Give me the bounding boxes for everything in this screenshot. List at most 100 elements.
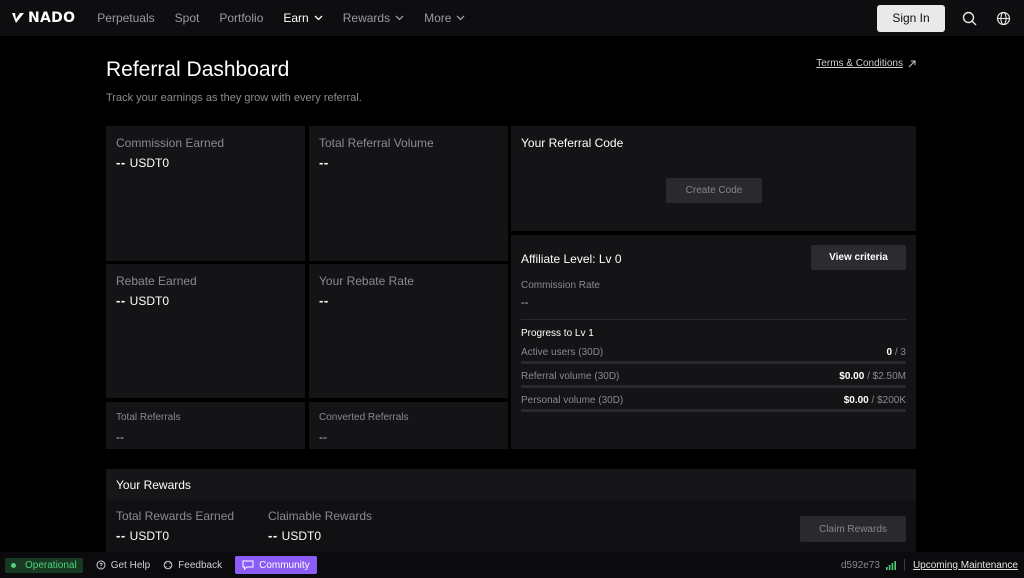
footer-right: d592e73 Upcoming Maintenance: [841, 552, 1018, 578]
unit-label: USDT0: [129, 529, 170, 543]
affiliate-level-title: Affiliate Level: Lv 0: [521, 252, 622, 266]
rewards-header: Your Rewards: [106, 469, 916, 500]
chat-icon: [242, 560, 254, 570]
version-hash: d592e73: [841, 559, 880, 571]
value-dash: --: [319, 155, 329, 170]
progress-value: 0 / 3: [887, 347, 906, 358]
rebate-rate-card: Your Rebate Rate --: [309, 264, 508, 398]
stat-value: -- USDT0: [116, 293, 169, 308]
page-subtitle: Track your earnings as they grow with ev…: [106, 92, 362, 104]
value-dash: --: [319, 293, 329, 308]
commission-rate-label: Commission Rate: [521, 280, 600, 291]
status-dot-icon: [11, 562, 16, 568]
progress-current: $0.00: [843, 395, 869, 406]
progress-row-referral-volume: Referral volume (30D) $0.00 / $2.50M: [521, 371, 906, 382]
sign-in-button[interactable]: Sign In: [877, 4, 945, 32]
divider: [521, 319, 906, 320]
signal-icon: [885, 560, 896, 570]
value-dash: --: [116, 293, 126, 308]
progress-target: / $2.50M: [864, 371, 906, 382]
stat-value: --: [319, 155, 333, 170]
value-dash: --: [116, 528, 126, 543]
terms-link[interactable]: Terms & Conditions: [816, 58, 916, 69]
logo-text: NADO: [28, 10, 76, 26]
nav-item-perpetuals[interactable]: Perpetuals: [97, 11, 154, 25]
stat-label: Rebate Earned: [116, 274, 197, 288]
feedback-button[interactable]: Feedback: [163, 560, 222, 571]
referral-code-title: Your Referral Code: [521, 136, 624, 150]
get-help-label: Get Help: [110, 559, 151, 571]
stat-label: Converted Referrals: [319, 412, 409, 423]
total-rewards-value: -- USDT0: [116, 528, 169, 543]
claimable-rewards-value: -- USDT0: [268, 528, 321, 543]
stat-value: --: [116, 430, 124, 444]
rewards-title: Your Rewards: [116, 478, 191, 492]
converted-referrals-card: Converted Referrals --: [309, 402, 508, 449]
progress-row-personal-volume: Personal volume (30D) $0.00 / $200K: [521, 395, 906, 406]
progress-value: $0.00 / $200K: [844, 395, 906, 406]
community-button[interactable]: Community: [235, 556, 317, 574]
page-title: Referral Dashboard: [106, 58, 290, 81]
progress-target: / $200K: [868, 395, 907, 406]
progress-label: Personal volume (30D): [521, 395, 624, 406]
nav-item-earn[interactable]: Earn: [283, 11, 323, 25]
commission-rate-value: --: [521, 297, 529, 309]
claimable-rewards-label: Claimable Rewards: [268, 509, 373, 523]
progress-bar: [521, 409, 906, 412]
view-criteria-button[interactable]: View criteria: [811, 245, 906, 270]
progress-row-active-users: Active users (30D) 0 / 3: [521, 347, 906, 358]
stat-value: -- USDT0: [116, 155, 169, 170]
status-label: Operational: [25, 559, 77, 571]
referral-code-card: Your Referral Code Create Code: [511, 126, 916, 231]
help-icon: [96, 560, 106, 570]
nav-right: Sign In: [877, 0, 1024, 36]
status-badge: Operational: [5, 557, 83, 573]
get-help-button[interactable]: Get Help: [96, 560, 150, 571]
unit-label: USDT0: [129, 294, 170, 308]
feedback-label: Feedback: [178, 559, 223, 571]
progress-label: Active users (30D): [521, 347, 604, 358]
stat-label: Total Referral Volume: [319, 136, 434, 150]
nav-label: Spot: [174, 11, 200, 25]
nav-item-rewards[interactable]: Rewards: [343, 11, 404, 25]
logo[interactable]: NADO: [11, 10, 75, 26]
external-link-icon: [908, 60, 916, 67]
commission-earned-card: Commission Earned -- USDT0: [106, 126, 305, 261]
stat-value: --: [319, 293, 333, 308]
stat-value: --: [319, 430, 327, 444]
nav-item-more[interactable]: More: [424, 11, 465, 25]
claim-rewards-button[interactable]: Claim Rewards: [800, 516, 906, 542]
chevron-down-icon: [456, 15, 465, 21]
terms-label: Terms & Conditions: [816, 58, 903, 69]
progress-bar: [521, 361, 906, 364]
nav-item-portfolio[interactable]: Portfolio: [219, 11, 263, 25]
chevron-down-icon: [314, 15, 323, 21]
value-dash: --: [268, 528, 278, 543]
globe-icon[interactable]: [994, 9, 1012, 27]
total-referrals-card: Total Referrals --: [106, 402, 305, 449]
nav-item-spot[interactable]: Spot: [175, 11, 200, 25]
nav-label: More: [424, 11, 452, 25]
unit-label: USDT0: [129, 156, 170, 170]
feedback-icon: [163, 560, 173, 570]
stat-label: Commission Earned: [116, 136, 225, 150]
value-dash: --: [116, 155, 126, 170]
stat-label: Your Rebate Rate: [319, 274, 414, 288]
progress-label: Referral volume (30D): [521, 371, 620, 382]
unit-label: USDT0: [281, 529, 322, 543]
search-icon[interactable]: [960, 9, 978, 27]
progress-value: $0.00 / $2.50M: [839, 371, 906, 382]
footer: Operational Get Help Feedback Community …: [0, 552, 1024, 578]
chevron-down-icon: [395, 15, 404, 21]
affiliate-level-card: Affiliate Level: Lv 0 View criteria Comm…: [511, 235, 916, 449]
stat-label: Total Referrals: [116, 412, 181, 423]
nav-label: Perpetuals: [97, 11, 155, 25]
create-code-button[interactable]: Create Code: [666, 178, 762, 203]
community-label: Community: [259, 559, 310, 571]
logo-icon: [12, 13, 24, 23]
progress-current: $0.00: [839, 371, 865, 382]
nav-label: Portfolio: [219, 11, 264, 25]
rebate-earned-card: Rebate Earned -- USDT0: [106, 264, 305, 398]
upcoming-maintenance-link[interactable]: Upcoming Maintenance: [913, 560, 1018, 571]
your-rewards-card: Your Rewards Total Rewards Earned -- USD…: [106, 469, 916, 552]
